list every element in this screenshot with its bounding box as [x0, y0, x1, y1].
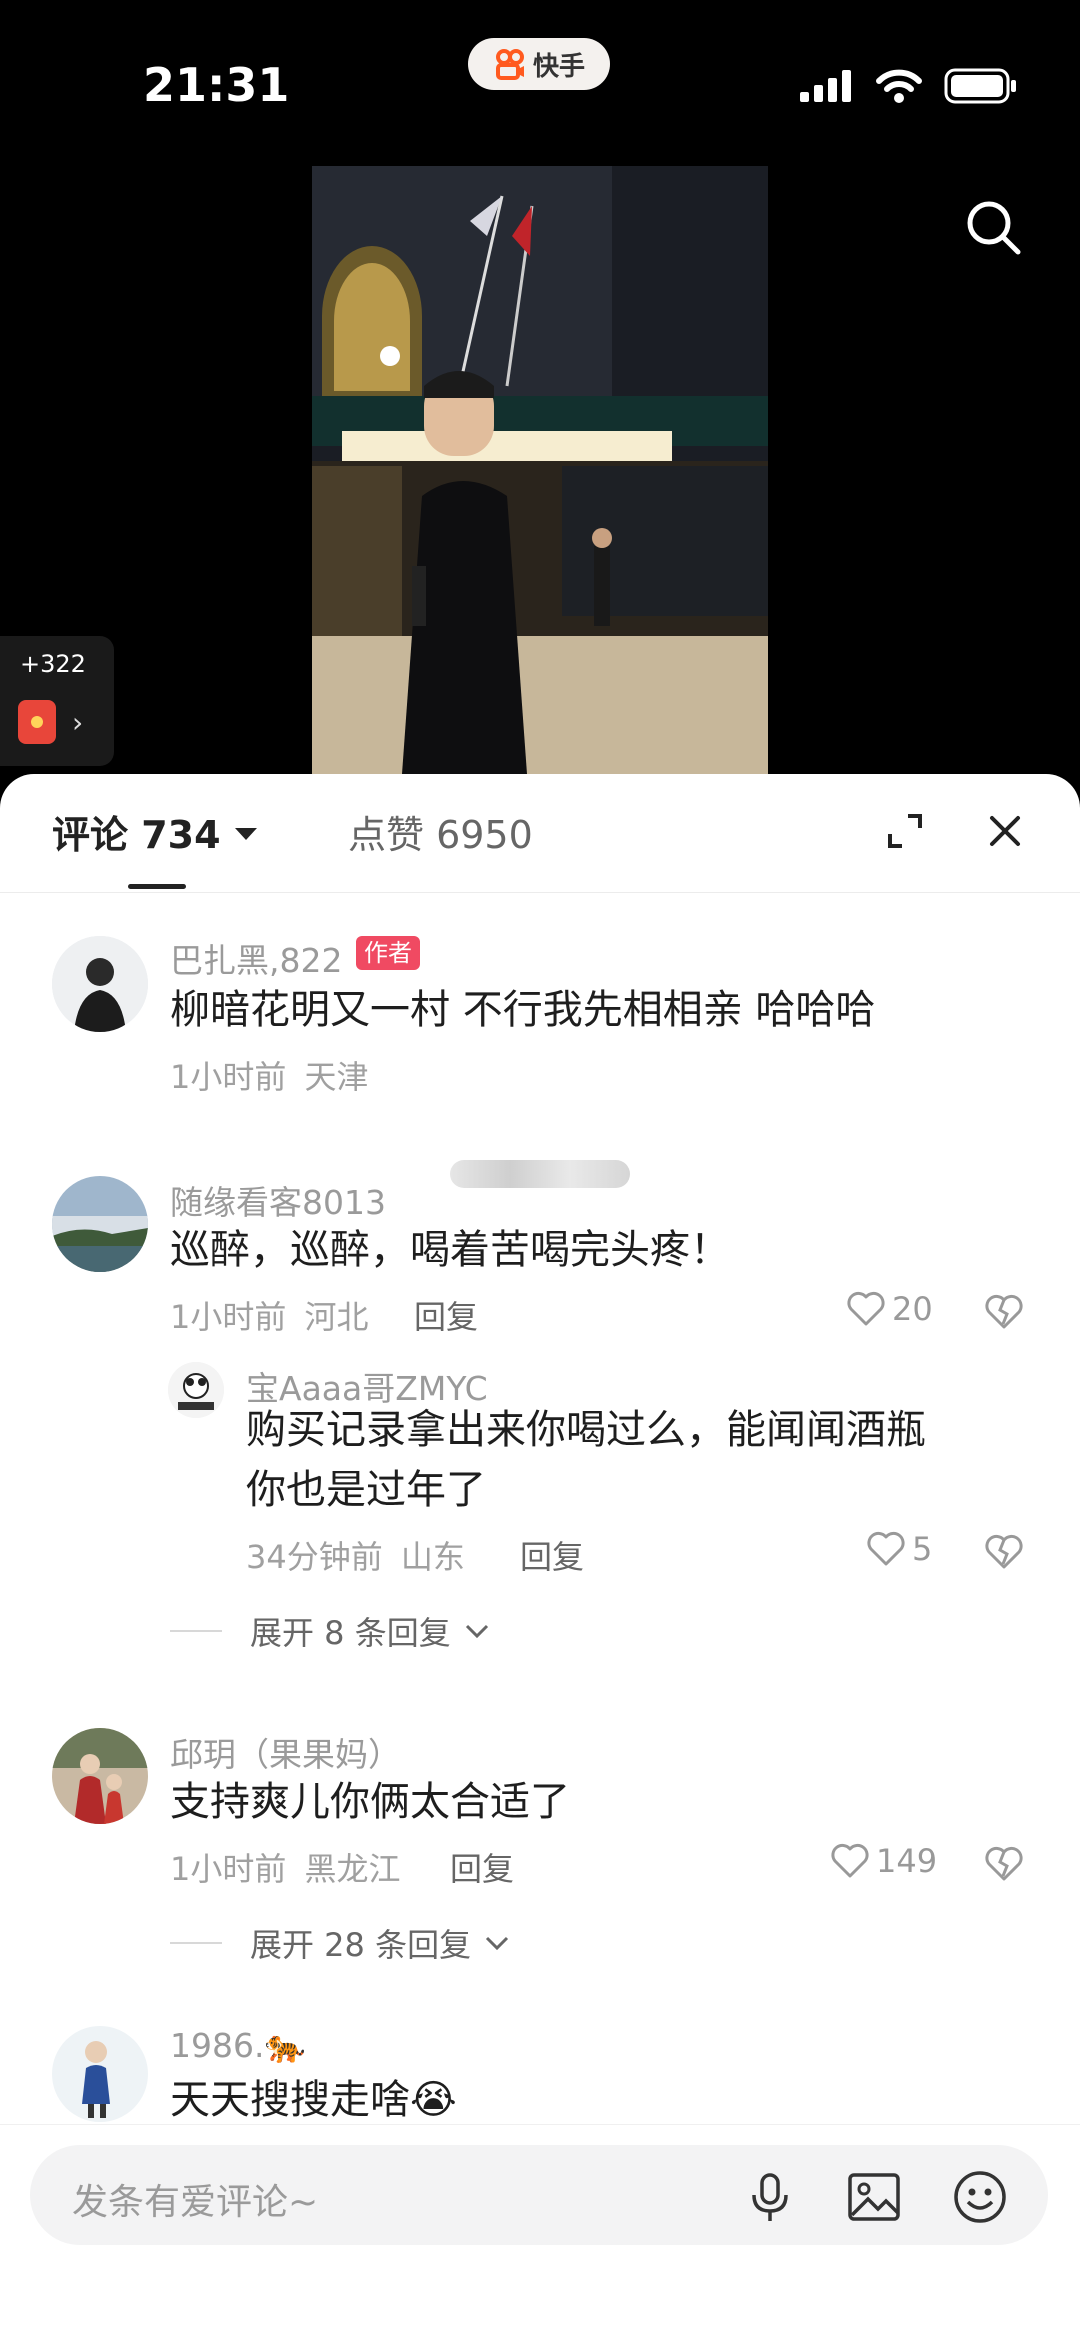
chevron-down-icon	[486, 1936, 509, 1951]
chevron-down-icon	[465, 1624, 488, 1639]
comment-input[interactable]: 发条有爱评论~	[30, 2145, 1048, 2245]
kuaishou-logo-icon	[495, 49, 524, 80]
image-icon	[848, 2173, 900, 2221]
video-player[interactable]	[312, 166, 768, 774]
like-count: 20	[892, 1290, 933, 1328]
comment-username[interactable]: 巴扎黑,822	[170, 934, 342, 982]
broken-heart-icon	[985, 1534, 1023, 1569]
author-badge: 作者	[356, 936, 420, 970]
comment-text-line[interactable]: 你也是过年了	[246, 1460, 486, 1520]
app-name: 快手	[532, 51, 585, 82]
close-sheet-button[interactable]	[986, 812, 1024, 850]
like-button[interactable]: 5	[866, 1530, 932, 1568]
broken-heart-icon	[985, 1846, 1023, 1881]
comment-input-bar: 发条有爱评论~	[0, 2124, 1080, 2348]
comment-time: 34分钟前	[246, 1538, 383, 1576]
heart-icon	[867, 1531, 905, 1566]
app-indicator-pill[interactable]: 快手	[468, 38, 610, 90]
comment-input-placeholder: 发条有爱评论~	[72, 2182, 319, 2223]
comment-meta: 34分钟前 山东	[246, 1532, 465, 1578]
avatar[interactable]	[52, 1176, 148, 1272]
comment-text[interactable]: 天天搜搜走啥😭	[170, 2070, 457, 2130]
reward-count: +322	[20, 650, 86, 678]
emoji-icon	[954, 2171, 1006, 2223]
expand-icon	[888, 814, 922, 848]
like-count: 5	[912, 1530, 933, 1568]
avatar[interactable]	[52, 2026, 148, 2122]
comment-location: 黑龙江	[304, 1850, 401, 1888]
comment-text[interactable]: 支持爽儿你俩太合适了	[170, 1772, 570, 1832]
red-envelope-icon	[18, 700, 56, 744]
dislike-button[interactable]	[984, 1844, 1024, 1884]
comment-time: 1小时前	[170, 1298, 287, 1336]
comment-sheet: 评论 734 点赞 6950 巴扎黑,822 作者 柳暗花明又一村 不行我先相相…	[0, 774, 1080, 2348]
comment-location: 山东	[400, 1538, 465, 1576]
video-frame-illustration	[312, 166, 768, 774]
cellular-signal-icon	[800, 70, 851, 102]
comment-meta: 1小时前 黑龙江	[170, 1844, 401, 1890]
expand-replies-label: 展开 28 条回复	[250, 1926, 472, 1964]
heart-icon	[831, 1843, 869, 1878]
heart-icon	[847, 1291, 885, 1326]
like-count: 149	[876, 1842, 938, 1880]
divider-line	[170, 1630, 222, 1632]
expand-replies-button[interactable]: 展开 8 条回复	[170, 1608, 491, 1654]
status-bar: 21:31 快手	[0, 0, 1080, 170]
search-icon	[967, 201, 1021, 255]
comment-text[interactable]: 柳暗花明又一村 不行我先相相亲 哈哈哈	[170, 980, 875, 1040]
tab-comments[interactable]: 评论 734	[52, 804, 257, 859]
status-icons	[800, 68, 1018, 104]
user-avatar-image	[52, 2026, 148, 2122]
dislike-button[interactable]	[984, 1532, 1024, 1572]
wifi-icon	[876, 69, 922, 103]
tab-likes[interactable]: 点赞 6950	[348, 804, 533, 859]
close-icon	[990, 816, 1020, 846]
expand-sheet-button[interactable]	[886, 812, 924, 850]
chevron-right-icon: ›	[72, 706, 84, 739]
microphone-icon	[752, 2173, 788, 2221]
expand-replies-label: 展开 8 条回复	[250, 1614, 451, 1652]
comment-location: 河北	[304, 1298, 369, 1336]
user-avatar-image	[52, 1176, 148, 1272]
blurred-content	[450, 1160, 630, 1188]
dislike-button[interactable]	[984, 1292, 1024, 1332]
status-time: 21:31	[143, 58, 290, 112]
like-button[interactable]: 149	[830, 1842, 937, 1880]
tab-active-indicator	[128, 884, 186, 889]
divider-line	[170, 1942, 222, 1944]
battery-icon	[944, 68, 1016, 104]
reply-button[interactable]: 回复	[520, 1532, 584, 1578]
avatar[interactable]	[52, 936, 148, 1032]
comment-time: 1小时前	[170, 1058, 287, 1096]
user-avatar-image	[168, 1362, 224, 1418]
reply-button[interactable]: 回复	[414, 1292, 478, 1338]
tab-comments-label: 评论 734	[52, 813, 221, 857]
comment-sheet-tabs: 评论 734 点赞 6950	[0, 774, 1080, 893]
comment-text[interactable]: 巡醉，巡醉，喝着苦喝完头疼！	[170, 1220, 730, 1280]
red-envelope-reward[interactable]: +322 ›	[0, 636, 114, 766]
comment-username[interactable]: 邱玥（果果妈）	[170, 1728, 401, 1776]
avatar[interactable]	[168, 1362, 224, 1418]
image-button[interactable]	[846, 2169, 902, 2225]
avatar[interactable]	[52, 1728, 148, 1824]
user-avatar-image	[52, 1728, 148, 1824]
comment-username[interactable]: 1986.🐅	[170, 2026, 306, 2066]
emoji-button[interactable]	[952, 2169, 1008, 2225]
broken-heart-icon	[985, 1294, 1023, 1329]
comment-meta: 1小时前 天津	[170, 1052, 369, 1098]
search-button[interactable]	[962, 196, 1026, 260]
comment-time: 1小时前	[170, 1850, 287, 1888]
comment-text-line[interactable]: 购买记录拿出来你喝过么，能闻闻酒瓶	[246, 1400, 926, 1460]
like-button[interactable]: 20	[846, 1290, 933, 1328]
comment-username[interactable]: 随缘看客8013	[170, 1176, 386, 1224]
caret-down-icon	[234, 827, 257, 840]
expand-replies-button[interactable]: 展开 28 条回复	[170, 1920, 511, 1966]
comment-location: 天津	[304, 1058, 369, 1096]
reply-button[interactable]: 回复	[450, 1844, 514, 1890]
user-avatar-image	[52, 936, 148, 1032]
voice-input-button[interactable]	[742, 2169, 798, 2225]
comment-meta: 1小时前 河北	[170, 1292, 369, 1338]
